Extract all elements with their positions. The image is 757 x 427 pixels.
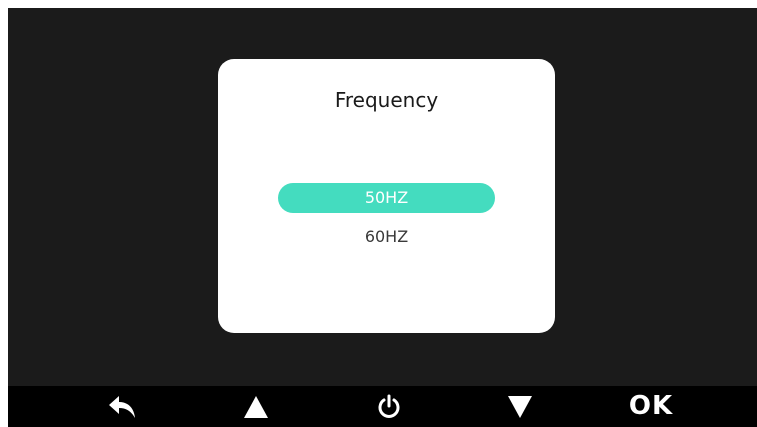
- up-button[interactable]: [226, 386, 286, 427]
- back-arrow-icon: [109, 395, 135, 418]
- power-icon: [378, 394, 400, 418]
- triangle-down-icon: [508, 395, 532, 418]
- down-button[interactable]: [490, 386, 550, 427]
- ok-button[interactable]: OK: [621, 386, 681, 427]
- camera-screen: Frequency 50HZ 60HZ OK: [8, 8, 757, 427]
- option-50hz[interactable]: 50HZ: [278, 183, 495, 213]
- back-button[interactable]: [93, 386, 153, 427]
- ok-label: OK: [628, 391, 674, 421]
- button-bar: OK: [8, 386, 757, 427]
- dialog-title: Frequency: [334, 88, 439, 112]
- option-60hz[interactable]: 60HZ: [278, 222, 495, 252]
- triangle-up-icon: [244, 395, 268, 418]
- power-button[interactable]: [359, 386, 419, 427]
- frequency-dialog: Frequency 50HZ 60HZ: [218, 59, 555, 333]
